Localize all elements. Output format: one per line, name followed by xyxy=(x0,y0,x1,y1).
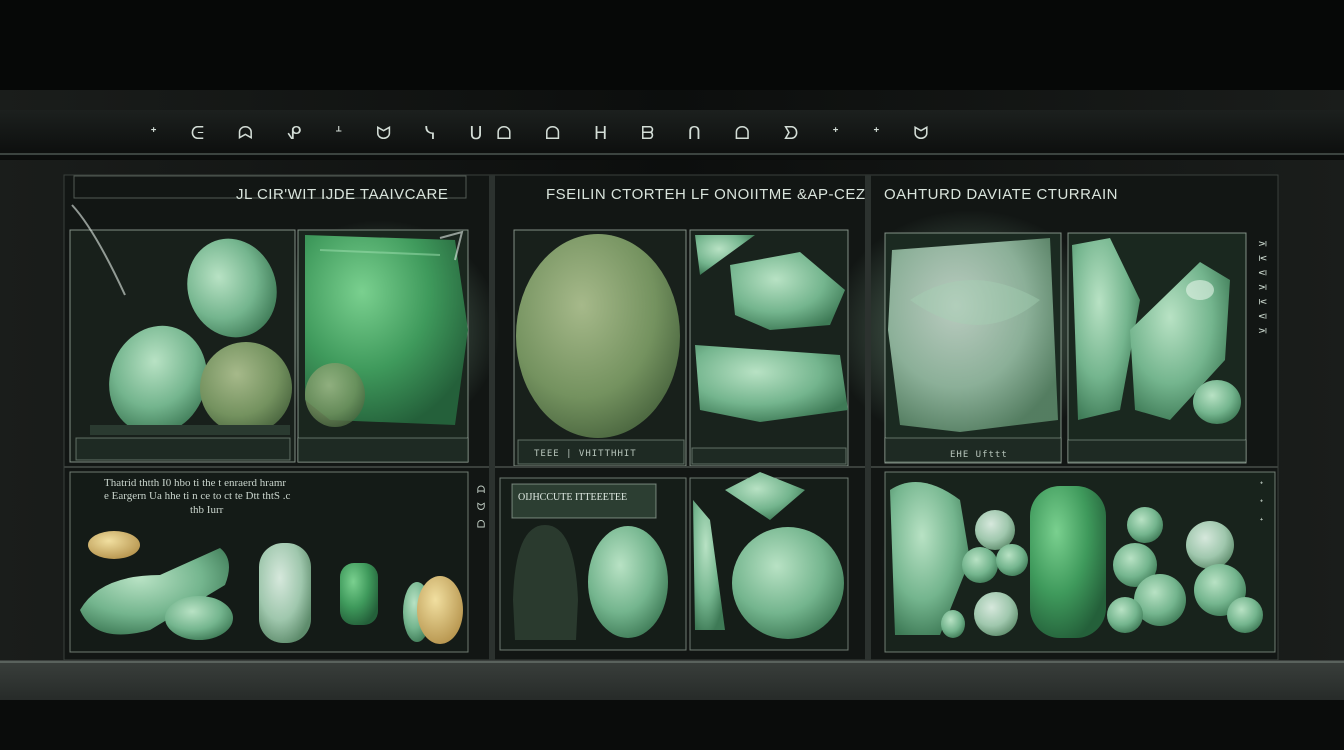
side-inscription-right-bottom: ᐩ ᐩ ᐩ xyxy=(1256,480,1267,530)
plaque-middle-label: OIJHCCUTE ITTEEETEE xyxy=(518,492,628,503)
specimen-tag-a: TEEE | VHITTHHIT xyxy=(534,449,637,459)
side-inscription-right-top: ⊼ ⊻ ⊽ ⊼ ⊻ ⊽ ⊼ xyxy=(1256,240,1267,337)
plaque-text-line-3: thb Iurr xyxy=(190,504,224,516)
display-case-illustration xyxy=(0,0,1344,750)
jade-display-scene: ᐩ ᕮ ᗣ ᕵ ᗮ ᗢ ᓭ ᑌᗝ ᗝ ᕼ ᗷ ᑎ ᗝ ᗤ ᐩ ᐩ ᗢ JL CI… xyxy=(0,0,1344,750)
panel-label-middle: FSEILIN CTORTEH LF ONOIITME &AP-CEZ xyxy=(546,186,866,203)
side-inscription-left-mid: ᗩ ᗢ ᗝ xyxy=(475,485,486,532)
plaque-text-line-2: e Eargern Ua hhe ti n ce to ct te Dtt th… xyxy=(104,490,291,502)
plaque-text-line-1: Thatrid thtth I0 hbo ti the t enraerd hr… xyxy=(104,477,287,489)
specimen-tag-b: EHE Ufttt xyxy=(950,450,1008,460)
panel-label-left: JL CIR'WIT IJDE TAAIVCARE xyxy=(236,186,449,203)
header-glyph-row: ᐩ ᕮ ᗣ ᕵ ᗮ ᗢ ᓭ ᑌᗝ ᗝ ᕼ ᗷ ᑎ ᗝ ᗤ ᐩ ᐩ ᗢ xyxy=(150,123,943,144)
panel-label-right: OAHTURD DAVIATE CTURRAIN xyxy=(884,186,1118,203)
